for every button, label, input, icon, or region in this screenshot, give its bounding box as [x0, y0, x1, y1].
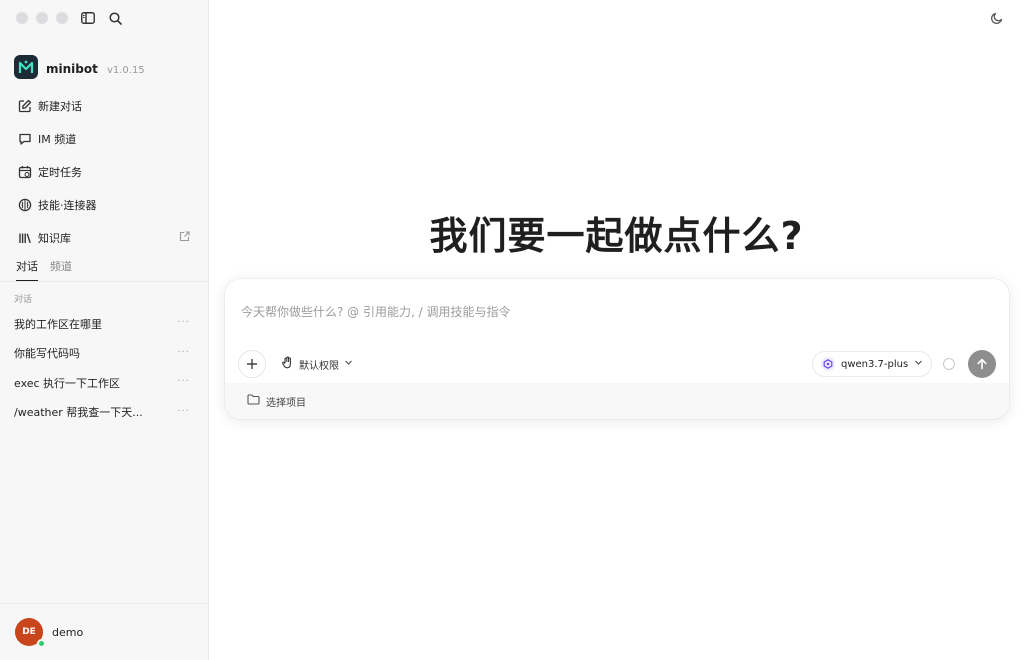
- nav-scheduled-tasks[interactable]: 定时任务: [0, 155, 208, 188]
- online-status-icon: [37, 639, 46, 648]
- maximize-window-button[interactable]: [56, 12, 68, 24]
- hand-icon: [281, 356, 294, 372]
- composer: 今天帮你做些什么? @ 引用能力, / 调用技能与指令 默认权限 qwen3.7…: [225, 279, 1009, 419]
- nav-label: IM 频道: [38, 132, 77, 146]
- list-item[interactable]: /weather 帮我查一下天... ···: [0, 398, 208, 428]
- moon-icon[interactable]: [990, 10, 1006, 26]
- qwen-logo-icon: [821, 357, 835, 371]
- sidebar-nav: 新建对话 IM 频道 定时任务 技能·连接器 知识库: [0, 89, 208, 254]
- permission-label: 默认权限: [299, 360, 339, 372]
- tab-channels[interactable]: 频道: [50, 258, 72, 282]
- chevron-down-icon: [344, 358, 353, 370]
- brain-icon: [18, 198, 32, 212]
- library-icon: [18, 231, 32, 245]
- list-item[interactable]: 你能写代码吗 ···: [0, 339, 208, 369]
- nav-skills-connectors[interactable]: 技能·连接器: [0, 188, 208, 221]
- minimize-window-button[interactable]: [36, 12, 48, 24]
- avatar[interactable]: DE: [15, 618, 46, 648]
- conversation-title: 我的工作区在哪里: [14, 317, 102, 331]
- page-title: 我们要一起做点什么?: [429, 214, 804, 258]
- folder-icon: [247, 394, 260, 408]
- arrow-up-icon: [977, 358, 987, 370]
- message-input[interactable]: 今天帮你做些什么? @ 引用能力, / 调用技能与指令: [241, 303, 511, 320]
- search-icon[interactable]: [107, 10, 123, 26]
- calendar-clock-icon: [18, 165, 32, 179]
- sidebar-toggle-icon[interactable]: [80, 10, 96, 26]
- minibot-logo-icon: [14, 55, 38, 79]
- nav-new-chat[interactable]: 新建对话: [0, 89, 208, 122]
- app-name: minibot: [46, 61, 98, 76]
- send-button[interactable]: [968, 350, 996, 378]
- app-version: v1.0.15: [106, 64, 145, 76]
- more-options-icon[interactable]: ···: [177, 406, 190, 417]
- tabs-divider: [0, 281, 208, 282]
- edit-icon: [18, 99, 32, 113]
- project-selector[interactable]: 选择项目: [225, 383, 1009, 419]
- external-link-icon[interactable]: [179, 231, 190, 245]
- brand: minibot v1.0.15: [14, 55, 145, 79]
- list-item[interactable]: exec 执行一下工作区 ···: [0, 368, 208, 398]
- list-item[interactable]: 我的工作区在哪里 ···: [0, 309, 208, 339]
- nav-label: 技能·连接器: [38, 198, 97, 212]
- conversation-list: 我的工作区在哪里 ··· 你能写代码吗 ··· exec 执行一下工作区 ···…: [0, 309, 208, 427]
- nav-im-channel[interactable]: IM 频道: [0, 122, 208, 155]
- sidebar: minibot v1.0.15 新建对话 IM 频道 定时任务 技能·连接器 知…: [0, 0, 209, 660]
- more-options-icon[interactable]: ···: [177, 317, 190, 328]
- tab-conversations[interactable]: 对话: [16, 258, 38, 282]
- main-area: 我们要一起做点什么? 今天帮你做些什么? @ 引用能力, / 调用技能与指令 默…: [209, 0, 1024, 660]
- nav-knowledge-base[interactable]: 知识库: [0, 221, 208, 254]
- add-attachment-button[interactable]: [238, 350, 266, 378]
- conversation-title: exec 执行一下工作区: [14, 376, 121, 390]
- nav-label: 新建对话: [38, 99, 82, 113]
- conversation-title: 你能写代码吗: [14, 347, 80, 361]
- project-label: 选择项目: [266, 397, 306, 409]
- plus-icon: [247, 359, 257, 369]
- sidebar-tabs: 对话 频道: [16, 258, 72, 282]
- model-label: qwen3.7-plus: [841, 358, 909, 370]
- model-selector[interactable]: qwen3.7-plus: [812, 351, 933, 377]
- avatar-initials: DE: [22, 627, 36, 637]
- window-controls: [16, 12, 68, 24]
- chevron-down-icon: [914, 358, 923, 370]
- more-options-icon[interactable]: ···: [177, 376, 190, 387]
- nav-label: 知识库: [38, 231, 71, 245]
- chat-icon: [18, 132, 32, 146]
- permission-dropdown[interactable]: 默认权限: [281, 356, 353, 372]
- nav-label: 定时任务: [38, 165, 82, 179]
- section-label: 对话: [14, 295, 33, 305]
- user-profile[interactable]: DE demo: [0, 603, 208, 660]
- app-window: minibot v1.0.15 新建对话 IM 频道 定时任务 技能·连接器 知…: [0, 0, 1024, 660]
- user-name: demo: [52, 625, 84, 639]
- conversation-title: /weather 帮我查一下天...: [14, 406, 143, 420]
- close-window-button[interactable]: [16, 12, 28, 24]
- status-ring-icon[interactable]: [943, 358, 955, 370]
- more-options-icon[interactable]: ···: [177, 347, 190, 358]
